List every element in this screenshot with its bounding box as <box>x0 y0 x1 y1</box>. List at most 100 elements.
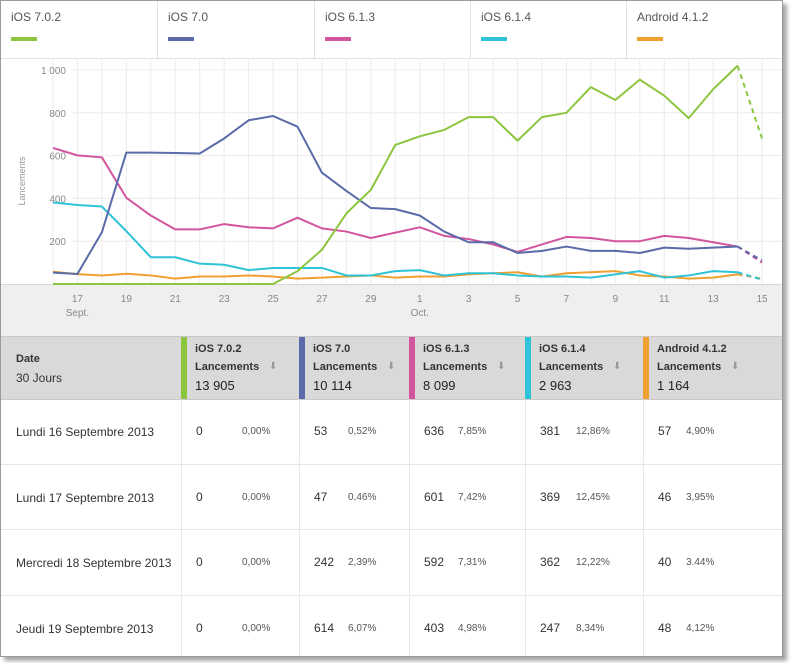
column-name: Android 4.1.2 <box>657 343 727 355</box>
column-name: iOS 7.0 <box>313 343 351 355</box>
value-text: 0 <box>196 424 203 438</box>
column-header-ios-70[interactable]: iOS 7.0 Lancements ⬇ 10 114 <box>299 337 409 399</box>
date-text: Lundi 16 Septembre 2013 <box>16 425 155 439</box>
column-color-bar <box>181 337 187 399</box>
table-row[interactable]: Lundi 16 Septembre 2013 0 0,00% 53 0,52% 6… <box>1 399 782 465</box>
legend-swatch <box>11 37 37 41</box>
percent-text: 7,85% <box>458 426 487 437</box>
column-total: 13 905 <box>195 378 235 393</box>
series-line-projection <box>737 245 763 262</box>
column-name: iOS 6.1.4 <box>539 343 586 355</box>
percent-text: 4,98% <box>458 622 487 634</box>
legend-item-ios-613[interactable]: iOS 6.1.3 <box>314 1 471 58</box>
legend-label: Android 4.1.2 <box>637 10 709 24</box>
legend-item-ios-70[interactable]: iOS 7.0 <box>157 1 315 58</box>
percent-text: 12,45% <box>576 491 610 503</box>
x-tick-label: 5 <box>515 294 521 305</box>
column-header-ios-702[interactable]: iOS 7.0.2 Lancements ⬇ 13 905 <box>181 337 299 399</box>
table-row[interactable]: Lundi 17 Septembre 2013 0 0,00% 47 0,46% 6… <box>1 464 782 530</box>
column-header-android-412[interactable]: Android 4.1.2 Lancements ⬇ 1 164 <box>643 337 782 399</box>
value-cell: 362 12,22% <box>525 530 644 594</box>
column-color-bar <box>409 337 415 399</box>
column-header-ios-614[interactable]: iOS 6.1.4 Lancements ⬇ 2 963 <box>525 337 643 399</box>
value-cell: 636 7,85% <box>409 399 526 463</box>
percent-text: 3,95% <box>686 491 715 503</box>
value-text: 592 <box>424 555 445 569</box>
percent-text: 3.44% <box>686 557 715 568</box>
column-name: iOS 7.0.2 <box>195 343 242 355</box>
table-row[interactable]: Jeudi 19 Septembre 2013 0 0,00% 614 6,07% … <box>1 595 782 656</box>
sort-arrow-icon[interactable]: ⬇ <box>613 361 621 372</box>
column-metric: Lancements <box>195 361 260 373</box>
column-metric: Lancements <box>657 361 722 373</box>
value-text: 601 <box>424 489 445 504</box>
value-text: 46 <box>658 489 672 504</box>
percent-text: 12,86% <box>576 426 610 437</box>
date-column-header[interactable]: Date 30 Jours <box>1 337 181 399</box>
value-text: 48 <box>658 620 672 635</box>
percent-text: 0,00% <box>242 491 271 503</box>
line-chart: 1 000 800 600 400 200 Lancements 17 Sept. 19 21 23… <box>1 58 782 337</box>
date-text: Lundi 17 Septembre 2013 <box>16 490 155 505</box>
value-cell: 46 3,95% <box>643 464 782 529</box>
value-text: 614 <box>314 620 335 635</box>
value-cell: 247 8,34% <box>525 595 644 656</box>
value-cell: 47 0,46% <box>299 464 410 529</box>
value-cell: 242 2,39% <box>299 530 410 594</box>
table-body: Lundi 16 Septembre 2013 0 0,00% 53 0,52% 6… <box>1 399 782 656</box>
legend-item-ios-614[interactable]: iOS 6.1.4 <box>470 1 627 58</box>
value-cell: 592 7,31% <box>409 530 526 594</box>
legend-item-ios-702[interactable]: iOS 7.0.2 <box>1 1 157 58</box>
value-text: 40 <box>658 555 672 569</box>
chart-legend: iOS 7.0.2 iOS 7.0 iOS 6.1.3 iOS 6.1.4 An… <box>1 1 782 59</box>
percent-text: 0,00% <box>242 622 271 634</box>
column-metric: Lancements <box>539 361 604 373</box>
value-text: 636 <box>424 424 445 438</box>
value-cell: 40 3.44% <box>643 530 782 594</box>
column-total: 2 963 <box>539 378 572 393</box>
percent-text: 4,90% <box>686 426 715 437</box>
sort-arrow-icon[interactable]: ⬇ <box>731 361 739 372</box>
legend-swatch <box>325 37 351 41</box>
sort-arrow-icon[interactable]: ⬇ <box>269 361 277 372</box>
value-cell: 614 6,07% <box>299 595 410 656</box>
value-cell: 369 12,45% <box>525 464 644 529</box>
column-metric: Lancements <box>313 361 378 373</box>
value-text: 362 <box>540 555 561 569</box>
x-tick-label: 9 <box>613 294 619 305</box>
percent-text: 0,52% <box>348 426 377 437</box>
date-text: Mercredi 18 Septembre 2013 <box>16 556 172 570</box>
date-cell: Mercredi 18 Septembre 2013 <box>1 530 181 594</box>
x-tick-label: 17 <box>72 294 84 305</box>
sort-arrow-icon[interactable]: ⬇ <box>387 361 395 372</box>
date-range-label: 30 Jours <box>16 371 63 385</box>
legend-label: iOS 6.1.4 <box>481 10 532 24</box>
x-tick-label: 15 <box>756 294 768 305</box>
x-tick-label: 3 <box>466 294 472 305</box>
y-tick-label: 200 <box>49 237 66 248</box>
x-tick-label: 27 <box>316 294 328 305</box>
y-tick-label: 1 000 <box>41 66 66 77</box>
value-cell: 48 4,12% <box>643 595 782 656</box>
y-tick-label: 600 <box>49 152 66 163</box>
x-tick-label: 7 <box>564 294 570 305</box>
x-tick-label: 23 <box>219 294 231 305</box>
x-tick-label: 25 <box>267 294 279 305</box>
value-cell: 601 7,42% <box>409 464 526 529</box>
legend-label: iOS 6.1.3 <box>325 10 376 24</box>
x-tick-label: 19 <box>121 294 133 305</box>
date-cell: Lundi 17 Septembre 2013 <box>1 465 181 529</box>
sort-arrow-icon[interactable]: ⬇ <box>497 361 505 372</box>
column-header-ios-613[interactable]: iOS 6.1.3 Lancements ⬇ 8 099 <box>409 337 525 399</box>
x-tick-label: 13 <box>708 294 720 305</box>
table-row[interactable]: Mercredi 18 Septembre 2013 0 0,00% 242 2,3… <box>1 530 782 596</box>
y-tick-label: 800 <box>49 109 66 120</box>
column-total: 10 114 <box>313 378 352 393</box>
column-total: 8 099 <box>423 378 456 393</box>
x-tick-label: 21 <box>170 294 182 305</box>
legend-swatch <box>481 37 507 41</box>
legend-swatch <box>168 37 194 41</box>
value-text: 0 <box>196 555 203 569</box>
value-text: 369 <box>540 489 561 504</box>
legend-item-android-412[interactable]: Android 4.1.2 <box>626 1 782 58</box>
